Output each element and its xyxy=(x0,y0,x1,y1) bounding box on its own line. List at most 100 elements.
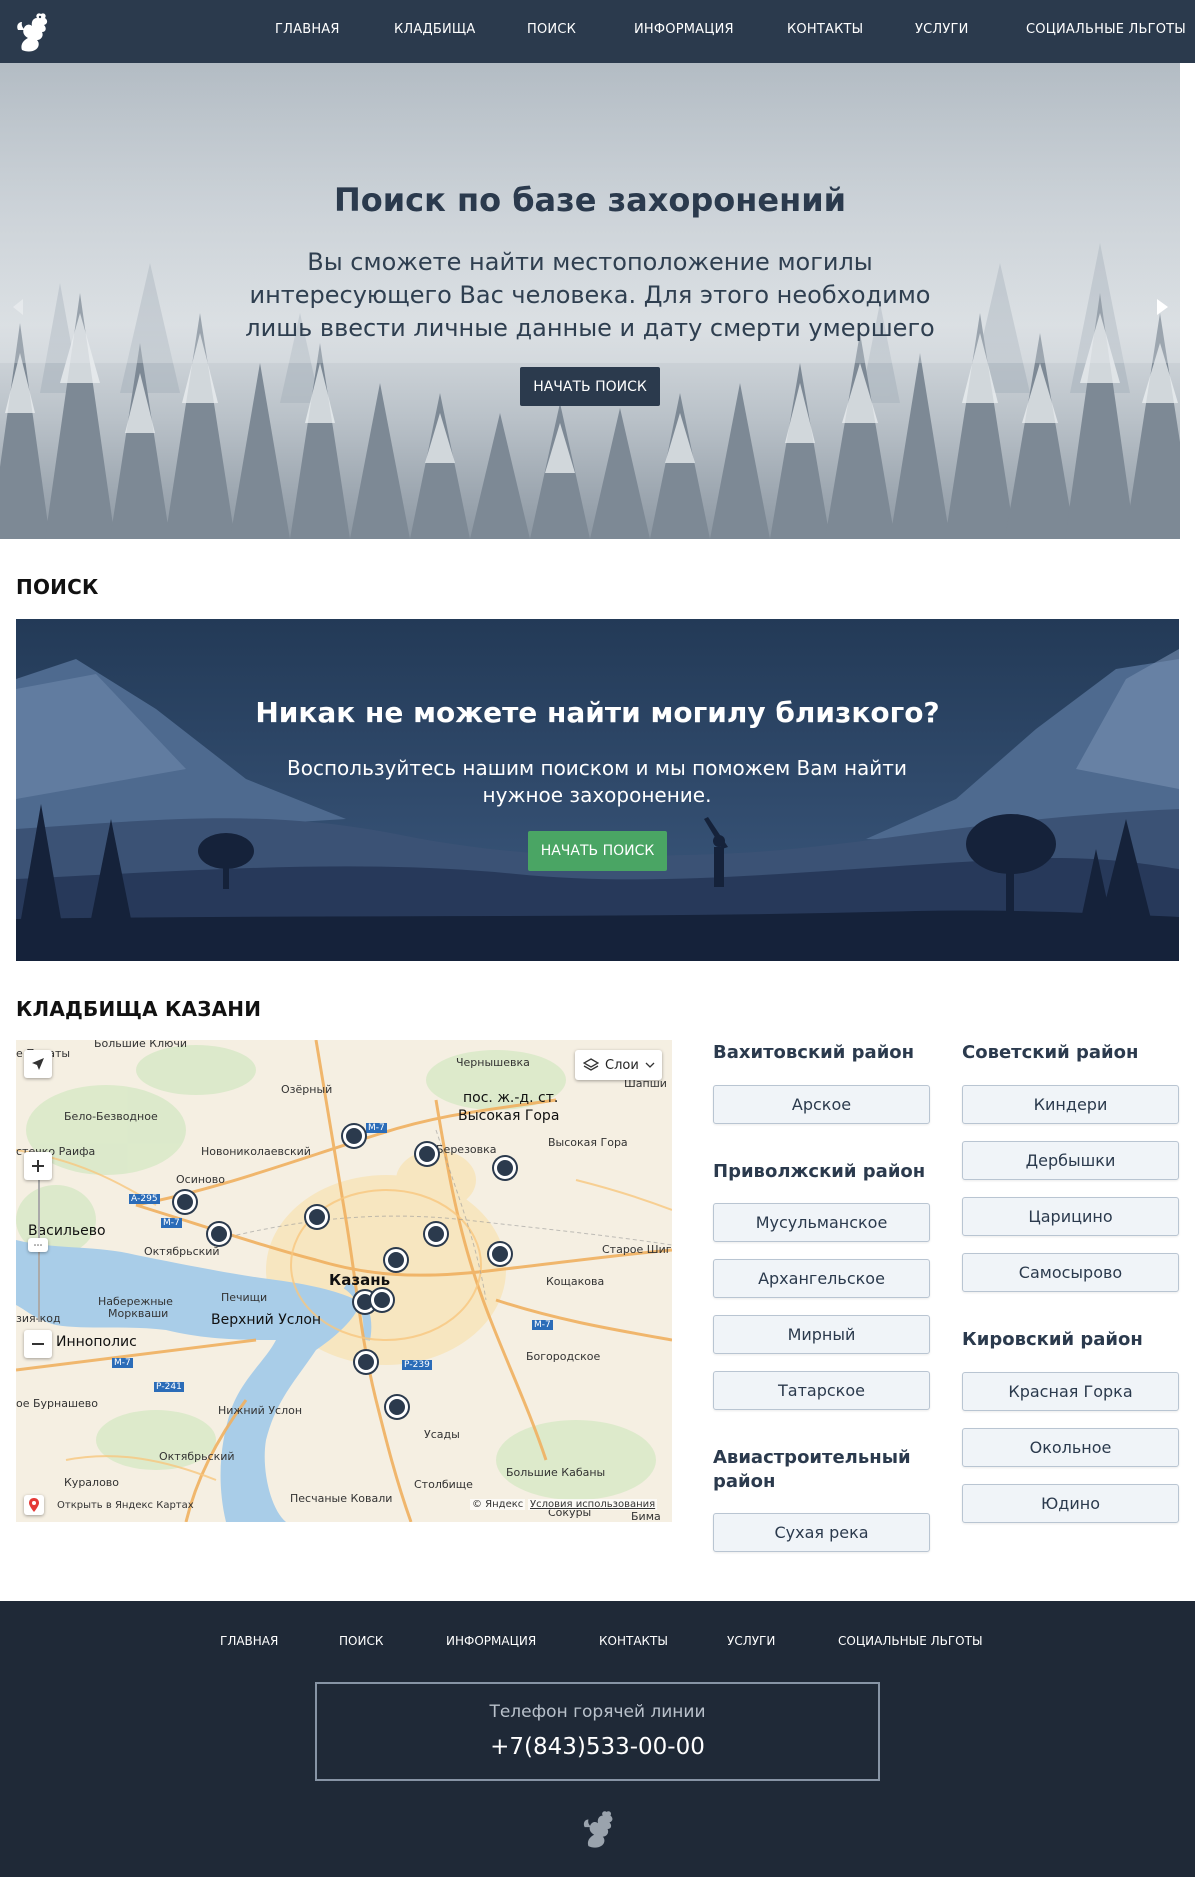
open-in-yandex-maps-link[interactable]: Открыть в Яндекс Картах xyxy=(57,1500,194,1511)
cemetery-button[interactable]: Арское xyxy=(713,1085,930,1124)
cemetery-marker[interactable] xyxy=(306,1206,328,1228)
map-label: Березовка xyxy=(436,1143,497,1156)
cemetery-marker[interactable] xyxy=(385,1249,407,1271)
map-label: пос. ж.-д. ст. xyxy=(463,1090,559,1106)
plus-icon xyxy=(32,1160,44,1172)
map-label: Осиново xyxy=(176,1173,225,1186)
search-banner: Никак не можете найти могилу близкого? В… xyxy=(16,619,1179,961)
map-label: ое Бурнашево xyxy=(16,1397,99,1410)
footer-nav-contacts[interactable]: КОНТАКТЫ xyxy=(599,1634,668,1648)
zoom-out-button[interactable] xyxy=(24,1330,52,1358)
footer-nav-services[interactable]: УСЛУГИ xyxy=(727,1634,775,1648)
district-title: Вахитовский район xyxy=(713,1042,915,1063)
zoom-in-button[interactable] xyxy=(24,1152,52,1180)
road-sign: М-7 xyxy=(161,1218,182,1228)
banner-description: Воспользуйтесь нашим поиском и мы поможе… xyxy=(287,756,907,807)
map-label: Старое Шига xyxy=(602,1243,672,1256)
banner-start-search-button[interactable]: НАЧАТЬ ПОИСК xyxy=(528,831,667,871)
nav-services[interactable]: УСЛУГИ xyxy=(915,22,969,37)
map-terms-link[interactable]: Условия использования xyxy=(528,1499,658,1510)
layers-icon xyxy=(583,1058,599,1071)
hero-title: Поиск по базе захоронений xyxy=(333,181,847,219)
cemetery-button[interactable]: Самосырово xyxy=(962,1253,1179,1292)
cemeteries-map[interactable]: Большие Ключи е Параты Чернышевка Шапши … xyxy=(16,1040,672,1522)
cemetery-marker[interactable] xyxy=(386,1396,408,1418)
map-label: Бело-Безводное xyxy=(64,1110,158,1123)
map-label: Новониколаевский xyxy=(201,1145,311,1158)
slider-prev-arrow-icon[interactable] xyxy=(8,295,28,319)
cemetery-marker[interactable] xyxy=(371,1289,393,1311)
cemetery-marker[interactable] xyxy=(355,1351,377,1373)
cemetery-marker[interactable] xyxy=(343,1125,365,1147)
map-label: Октябрьский xyxy=(159,1450,235,1463)
cemetery-marker[interactable] xyxy=(208,1223,230,1245)
site-footer: ГЛАВНАЯ ПОИСК ИНФОРМАЦИЯ КОНТАКТЫ УСЛУГИ… xyxy=(0,1601,1195,1877)
road-sign: М-7 xyxy=(532,1320,553,1330)
cemetery-button[interactable]: Мирный xyxy=(713,1315,930,1354)
nav-cemeteries[interactable]: КЛАДБИЩА xyxy=(394,22,475,37)
cemetery-marker[interactable] xyxy=(425,1223,447,1245)
map-label: Октябрьский xyxy=(144,1245,220,1258)
cemetery-button[interactable]: Окольное xyxy=(962,1428,1179,1467)
cemetery-button[interactable]: Царицино xyxy=(962,1197,1179,1236)
nav-home[interactable]: ГЛАВНАЯ xyxy=(275,22,340,37)
geolocation-arrow-icon xyxy=(32,1058,44,1070)
map-label: Большие Ключи xyxy=(94,1040,188,1050)
map-pin-icon xyxy=(29,1498,39,1512)
cemetery-button[interactable]: Архангельское xyxy=(713,1259,930,1298)
nav-contacts[interactable]: КОНТАКТЫ xyxy=(787,22,863,37)
cemetery-button[interactable]: Сухая река xyxy=(713,1513,930,1552)
kazan-dragon-logo-icon[interactable] xyxy=(14,10,50,54)
map-label: Высокая Гора xyxy=(548,1136,628,1149)
district-title: Авиастроительный район xyxy=(713,1447,911,1492)
road-sign: М-7 xyxy=(366,1123,387,1133)
footer-nav-search[interactable]: ПОИСК xyxy=(339,1634,383,1648)
map-label: Бима xyxy=(631,1510,661,1522)
cemetery-marker[interactable] xyxy=(174,1191,196,1213)
yandex-maps-pin-button[interactable] xyxy=(24,1495,44,1515)
footer-nav-home[interactable]: ГЛАВНАЯ xyxy=(220,1634,278,1648)
map-label: Чернышевка xyxy=(456,1056,530,1069)
map-label: Верхний Услон xyxy=(211,1312,322,1328)
hero-start-search-button[interactable]: НАЧАТЬ ПОИСК xyxy=(520,367,660,406)
nav-search[interactable]: ПОИСК xyxy=(527,22,576,37)
nav-information[interactable]: ИНФОРМАЦИЯ xyxy=(634,22,734,37)
zoom-slider-handle[interactable] xyxy=(28,1238,48,1252)
cemetery-marker[interactable] xyxy=(489,1243,511,1265)
hotline-phone[interactable]: +7(843)533-00-00 xyxy=(317,1734,878,1760)
cemetery-marker[interactable] xyxy=(416,1143,438,1165)
cemetery-button[interactable]: Дербышки xyxy=(962,1141,1179,1180)
road-sign: М-7 xyxy=(112,1358,133,1368)
road-sign: Р-239 xyxy=(402,1360,432,1370)
cemetery-button[interactable]: Татарское xyxy=(713,1371,930,1410)
map-copyright: © Яндекс xyxy=(470,1499,526,1510)
cemetery-button[interactable]: Мусульманское xyxy=(713,1203,930,1242)
map-label: Куралово xyxy=(64,1476,120,1489)
kazan-dragon-footer-logo-icon xyxy=(583,1811,613,1848)
district-title: Приволжский район xyxy=(713,1161,926,1182)
chevron-down-icon xyxy=(645,1062,655,1068)
map-label: Иннополис xyxy=(56,1334,137,1350)
grip-icon xyxy=(34,1244,42,1246)
cemetery-button[interactable]: Киндери xyxy=(962,1085,1179,1124)
map-label: Печищи xyxy=(221,1291,268,1304)
map-label: Столбище xyxy=(414,1478,473,1491)
map-layers-button[interactable]: Слои xyxy=(575,1050,662,1080)
map-label: Моркваши xyxy=(108,1307,169,1320)
search-section-heading: ПОИСК xyxy=(16,575,99,599)
map-label: Нижний Услон xyxy=(218,1404,303,1417)
map-label: Богородское xyxy=(526,1350,601,1363)
footer-nav-information[interactable]: ИНФОРМАЦИЯ xyxy=(446,1634,536,1648)
top-navigation: ГЛАВНАЯ КЛАДБИЩА ПОИСК ИНФОРМАЦИЯ КОНТАК… xyxy=(0,0,1195,63)
geolocation-button[interactable] xyxy=(24,1050,52,1078)
cemetery-marker[interactable] xyxy=(494,1157,516,1179)
district-title: Советский район xyxy=(962,1042,1139,1063)
map-label: Казань xyxy=(329,1271,391,1289)
nav-social-benefits[interactable]: СОЦИАЛЬНЫЕ ЛЬГОТЫ xyxy=(1026,22,1186,37)
cemetery-button[interactable]: Юдино xyxy=(962,1484,1179,1523)
minus-icon xyxy=(32,1343,44,1345)
footer-nav-social-benefits[interactable]: СОЦИАЛЬНЫЕ ЛЬГОТЫ xyxy=(838,1634,983,1648)
slider-next-arrow-icon[interactable] xyxy=(1152,295,1172,319)
cemetery-button[interactable]: Красная Горка xyxy=(962,1372,1179,1411)
hotline-box: Телефон горячей линии +7(843)533-00-00 xyxy=(315,1682,880,1781)
